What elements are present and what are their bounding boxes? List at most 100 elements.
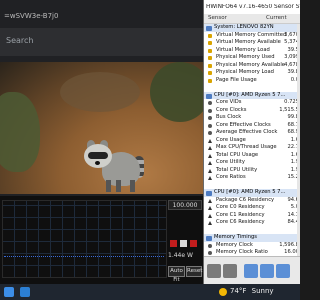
column-sensor[interactable]: Sensor [208,15,227,21]
sensor-group[interactable]: System: LENOVO 82YN [204,24,300,32]
sensor-row[interactable]: Total CPU Usage 1.6 [204,152,300,160]
weather-widget[interactable]: 74°F Sunny [230,287,274,295]
memory-icon [208,48,212,53]
red-square-icon[interactable] [190,240,197,247]
sensor-group[interactable]: CPU [#0]: AMD Ryzen 5 7... [204,91,300,99]
chip-icon [206,26,212,31]
sensor-label: Physical Memory Load [216,69,274,75]
scope-controls: 100.000 1.44e W Auto Fit Reset [168,200,203,283]
scrollbar[interactable] [297,24,300,256]
sensor-row[interactable]: Core C0 Residency 5.0 [204,204,300,212]
video-player[interactable] [0,62,203,194]
sensor-group[interactable]: CPU [#0]: AMD Ryzen 5 7... [204,189,300,197]
sensor-label: CPU [#0]: AMD Ryzen 5 7... [214,189,286,195]
hwinfo-titlebar[interactable]: HWiNFO64 v7.16-4650 Sensor Status [204,0,300,14]
sensor-row[interactable]: Core Ratios 15.2 [204,174,300,182]
meter-icon [208,213,212,218]
sensor-row[interactable]: Core VIDs 0.725 [204,99,300,107]
sensor-row[interactable]: Physical Memory Used 3,099 [204,54,300,62]
sensor-label: CPU [#0]: AMD Ryzen 5 7... [214,91,286,98]
sensor-label: Average Effective Clock [216,129,278,135]
clock-icon [208,108,212,113]
sensor-spacer [204,182,300,190]
red-square-icon[interactable] [170,240,177,247]
auto-fit-button[interactable]: Auto Fit [168,266,185,283]
start-icon[interactable] [4,287,14,297]
sensor-group[interactable]: Memory Timings [204,234,300,242]
sensor-row[interactable]: Core Usage 1.6 [204,137,300,145]
memory-icon [208,33,212,38]
sensor-row[interactable]: Max CPU/Thread Usage 22.7 [204,144,300,152]
sensor-label: Physical Memory Available [216,61,285,68]
sensor-row[interactable]: Memory Clock 1,596.8 [204,242,300,250]
hwinfo-title: HWiNFO64 v7.16-4650 Sensor Status [206,4,300,10]
memory-icon [208,78,212,83]
scope-panel: 100.000 1.44e W Auto Fit Reset [0,196,203,284]
sensor-row[interactable]: Core C6 Residency 84.4 [204,219,300,227]
sensor-label: Core Ratios [216,174,246,180]
weather-condition: Sunny [251,287,274,295]
scope-number-field[interactable]: 100.000 [168,200,202,210]
reset-button[interactable]: Reset [186,266,202,277]
sensor-label: Core C0 Residency [216,204,265,210]
hwinfo-window: HWiNFO64 v7.16-4650 Sensor Status Sensor… [203,0,300,284]
taskbar: 74°F Sunny [0,284,300,300]
memory-icon [208,63,212,68]
nav-back-icon[interactable] [207,264,221,278]
sensor-row[interactable]: Virtual Memory Available 5,374 [204,39,300,47]
sensor-row[interactable]: Memory Clock Ratio 16.00 [204,249,300,256]
sensor-label: Core C1 Residency [216,211,265,218]
sensor-row[interactable]: Average Effective Clock 68.9 [204,129,300,137]
sensor-row[interactable]: Total CPU Utility 1.9 [204,167,300,175]
search-input[interactable]: Search [0,28,203,56]
sensor-row[interactable]: Package C6 Residency 94.6 [204,197,300,205]
clock-icon [208,116,212,120]
sensor-label: Core Utility [216,159,245,165]
memory-icon [208,71,212,75]
sensor-row[interactable]: Page File Usage 0.0 [204,77,300,85]
hwinfo-column-header: Sensor Current [204,14,300,24]
nav-forward-icon[interactable] [223,264,237,278]
sensor-row[interactable]: Core Clocks 1,515.5 [204,107,300,115]
raccoon-image [82,134,144,192]
sensor-label: Memory Clock Ratio [216,249,268,255]
white-square-icon[interactable] [180,240,187,247]
hwinfo-toolbar [204,256,300,284]
meter-icon [208,198,212,203]
sensor-label: Core VIDs [216,99,242,105]
sensor-row[interactable]: Physical Memory Available 4,678 [204,62,300,70]
edge-icon[interactable] [20,287,30,297]
scope-graph [2,200,167,278]
search-placeholder: Search [6,36,34,45]
sensor-row[interactable]: Core Utility 1.9 [204,159,300,167]
sensor-label: Memory Timings [214,234,257,240]
sensor-label: Package C6 Residency [216,196,275,203]
sensor-spacer [204,84,300,92]
sensor-label: Virtual Memory Load [216,46,270,53]
sensor-label: Max CPU/Thread Usage [216,144,277,150]
sensor-row[interactable]: Virtual Memory Committed 3,670 [204,32,300,40]
sensor-label: Core C6 Residency [216,219,265,225]
sensor-row[interactable]: Core C1 Residency 14.1 [204,212,300,220]
sensor-row[interactable]: Bus Clock 99.8 [204,114,300,122]
meter-icon [208,146,212,150]
sensor-row[interactable]: Physical Memory Load 39.8 [204,69,300,77]
clock-icon [208,243,212,248]
browser-window: =wSVW3e-B7j0 Search 100.000 1.44e W Auto… [0,0,203,284]
sensor-list: Trp39Trcd39Tcas40Memory Clock Ratio16.00… [204,24,300,256]
sensor-label: Core Effective Clocks [216,121,271,128]
sensor-row[interactable]: Virtual Memory Load 39.5 [204,47,300,55]
sensor-label: Core Usage [216,136,246,143]
clock-icon[interactable] [276,264,290,278]
browser-tab-title[interactable]: =wSVW3e-B7j0 [4,12,58,20]
network-icon[interactable] [260,264,274,278]
sensor-label: Memory Clock [216,241,253,248]
sensor-label: Core Clocks [216,106,247,113]
sensor-row[interactable]: Core Effective Clocks 68.7 [204,122,300,130]
sensor-label: Total CPU Utility [216,166,258,173]
settings-icon[interactable] [244,264,258,278]
chip-icon [206,191,212,196]
sensor-label: Virtual Memory Committed [216,31,287,38]
clock-icon [208,123,212,128]
column-current[interactable]: Current [266,15,287,21]
